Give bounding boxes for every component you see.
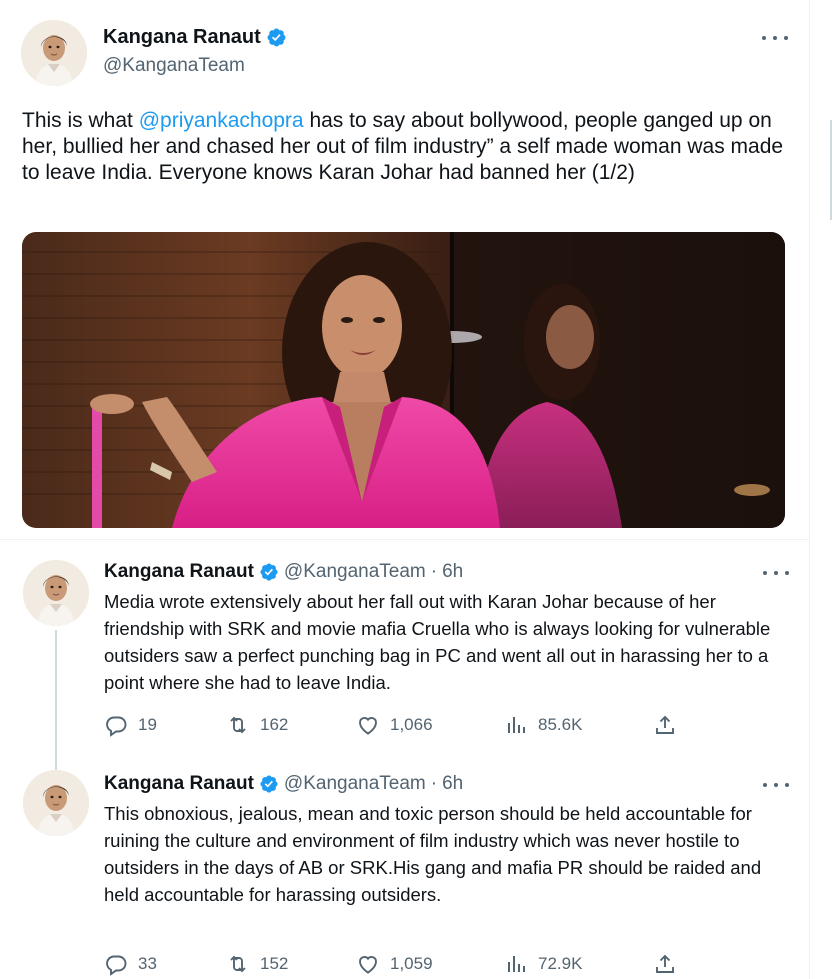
avatar-image	[21, 20, 87, 86]
timeline-column: Kangana Ranaut @KanganaTeam This is what…	[0, 0, 810, 979]
reply-text: This obnoxious, jealous, mean and toxic …	[104, 803, 762, 905]
author-name[interactable]: Kangana Ranaut	[104, 561, 254, 583]
reply-count: 19	[138, 715, 157, 734]
views-count: 72.9K	[538, 954, 583, 973]
reply-text: Media wrote extensively about her fall o…	[104, 591, 771, 693]
author-handle[interactable]: @KanganaTeam	[284, 773, 426, 795]
author-name[interactable]: Kangana Ranaut	[104, 773, 254, 795]
reply-button[interactable]: 33	[104, 952, 157, 976]
share-icon	[656, 715, 674, 734]
timestamp[interactable]: 6h	[442, 773, 463, 795]
share-icon	[656, 954, 674, 973]
tweet-text-start: This is what	[22, 109, 139, 132]
reply-avatar[interactable]	[23, 560, 89, 626]
verified-badge-icon	[260, 563, 278, 581]
reply-count: 33	[138, 954, 157, 973]
like-count: 1,059	[390, 954, 433, 973]
photo-image	[22, 232, 785, 528]
retweet-button[interactable]: 162	[226, 713, 288, 737]
tweet-text: This is what @priyankachopra has to say …	[22, 108, 792, 186]
retweet-icon	[230, 716, 246, 734]
right-sidebar-edge	[810, 0, 832, 979]
reply-header: Kangana Ranaut @KanganaTeam · 6h	[104, 561, 463, 583]
author-name[interactable]: Kangana Ranaut	[103, 26, 261, 49]
views-button[interactable]: 85.6K	[504, 713, 582, 737]
reply-icon	[106, 955, 127, 976]
tweet-photo[interactable]	[22, 232, 785, 528]
author-handle[interactable]: @KanganaTeam	[284, 561, 426, 583]
like-button[interactable]: 1,059	[356, 952, 433, 976]
more-icon[interactable]	[762, 33, 788, 43]
retweet-icon	[230, 955, 246, 973]
author-avatar[interactable]	[21, 20, 87, 86]
reply-button[interactable]: 19	[104, 713, 157, 737]
retweet-count: 152	[260, 954, 289, 973]
views-button[interactable]: 72.9K	[504, 952, 582, 976]
views-icon	[508, 717, 525, 733]
retweet-button[interactable]: 152	[226, 952, 288, 976]
author-name-row: Kangana Ranaut	[103, 26, 287, 49]
avatar-image	[23, 560, 89, 626]
author-handle[interactable]: @KanganaTeam	[103, 55, 245, 77]
thread-line	[55, 630, 57, 770]
verified-badge-icon	[260, 775, 278, 793]
like-button[interactable]: 1,066	[356, 713, 433, 737]
avatar-image	[23, 770, 89, 836]
reply-tweet-2[interactable]: Kangana Ranaut @KanganaTeam · 6h This ob…	[0, 760, 810, 979]
like-count: 1,066	[390, 715, 433, 734]
like-icon	[359, 956, 377, 974]
separator-dot: ·	[430, 561, 438, 582]
action-bar: 19 162 1,066 85.6K	[104, 713, 684, 741]
share-button[interactable]	[653, 952, 687, 976]
reply-header: Kangana Ranaut @KanganaTeam · 6h	[104, 773, 463, 795]
more-icon[interactable]	[763, 780, 789, 790]
share-button[interactable]	[653, 713, 687, 737]
action-bar: 33 152 1,059 72.9K	[104, 952, 684, 979]
like-icon	[359, 717, 377, 735]
views-icon	[508, 956, 525, 972]
verified-badge-icon	[267, 28, 286, 47]
timestamp[interactable]: 6h	[442, 561, 463, 583]
separator-dot: ·	[430, 773, 438, 794]
reply-tweet-1[interactable]: Kangana Ranaut @KanganaTeam · 6h Media w…	[0, 548, 810, 770]
reply-icon	[106, 716, 127, 737]
mention-link[interactable]: @priyankachopra	[139, 109, 304, 132]
views-count: 85.6K	[538, 715, 583, 734]
retweet-count: 162	[260, 715, 289, 734]
reply-avatar[interactable]	[23, 770, 89, 836]
more-icon[interactable]	[763, 568, 789, 578]
main-tweet[interactable]: Kangana Ranaut @KanganaTeam This is what…	[0, 0, 810, 540]
